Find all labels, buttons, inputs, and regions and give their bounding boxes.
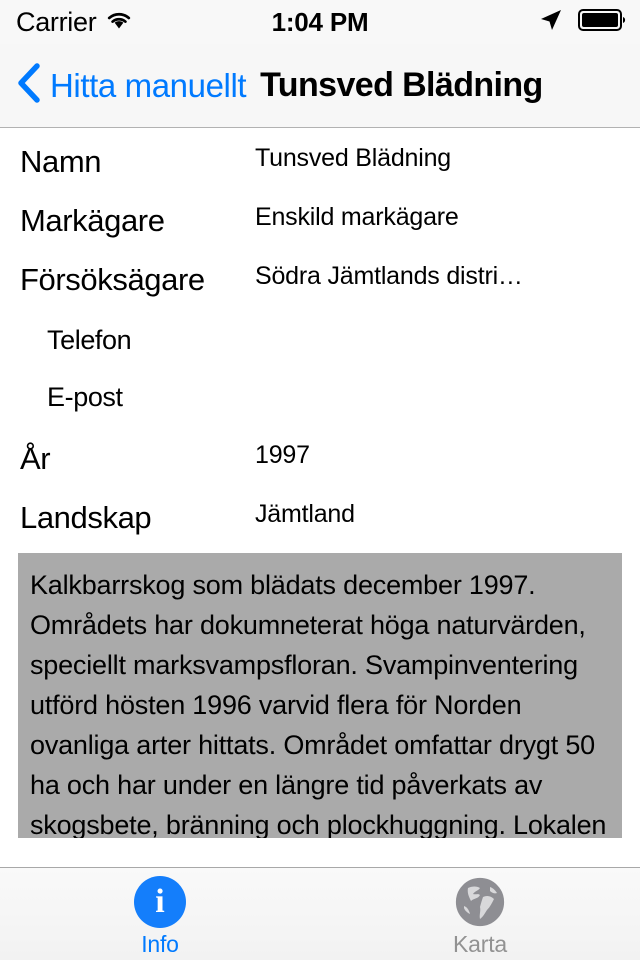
info-letter: i — [155, 882, 165, 920]
description-text: Kalkbarrskog som blädats december 1997. … — [30, 570, 607, 838]
status-bar: Carrier 1:04 PM — [0, 0, 640, 44]
location-arrow-icon — [538, 7, 564, 38]
chevron-left-icon[interactable] — [16, 61, 42, 110]
detail-row-label: Markägare — [20, 203, 165, 238]
page-title: Tunsved Blädning — [260, 66, 543, 104]
status-bar-right — [538, 7, 626, 38]
tab-info-label[interactable]: Info — [141, 931, 179, 958]
navigation-bar: Hitta manuellt Tunsved Blädning — [0, 44, 640, 128]
detail-row-value: Enskild markägare — [255, 203, 459, 231]
globe-icon[interactable] — [454, 875, 506, 929]
detail-content: Namn Tunsved Blädning Markägare Enskild … — [0, 128, 640, 867]
detail-row-value: Tunsved Blädning — [255, 144, 452, 172]
detail-row-label: År — [20, 441, 51, 476]
description-panel[interactable]: Kalkbarrskog som blädats december 1997. … — [18, 553, 622, 838]
tab-karta[interactable]: Karta — [320, 868, 640, 960]
back-button[interactable]: Hitta manuellt — [16, 61, 247, 110]
app-screen: Carrier 1:04 PM Hitta manuellt Tunsved B… — [0, 0, 640, 960]
detail-row-value: Södra Jämtlands distri… — [255, 262, 523, 290]
detail-row-label: Försöksägare — [20, 262, 205, 297]
tab-info[interactable]: i Info — [0, 868, 320, 960]
detail-row-label: Landskap — [20, 500, 152, 535]
detail-row-label: Namn — [20, 144, 102, 179]
back-button-label[interactable]: Hitta manuellt — [50, 67, 247, 105]
info-circle-icon[interactable]: i — [134, 875, 186, 929]
tab-bar: i Info Karta — [0, 867, 640, 960]
detail-row-label: Telefon — [47, 325, 132, 355]
detail-row-value: 1997 — [255, 441, 310, 469]
detail-row-value: Jämtland — [255, 500, 355, 528]
battery-full-icon — [578, 8, 626, 37]
detail-row-label: E-post — [47, 382, 123, 412]
tab-karta-label[interactable]: Karta — [453, 931, 507, 958]
